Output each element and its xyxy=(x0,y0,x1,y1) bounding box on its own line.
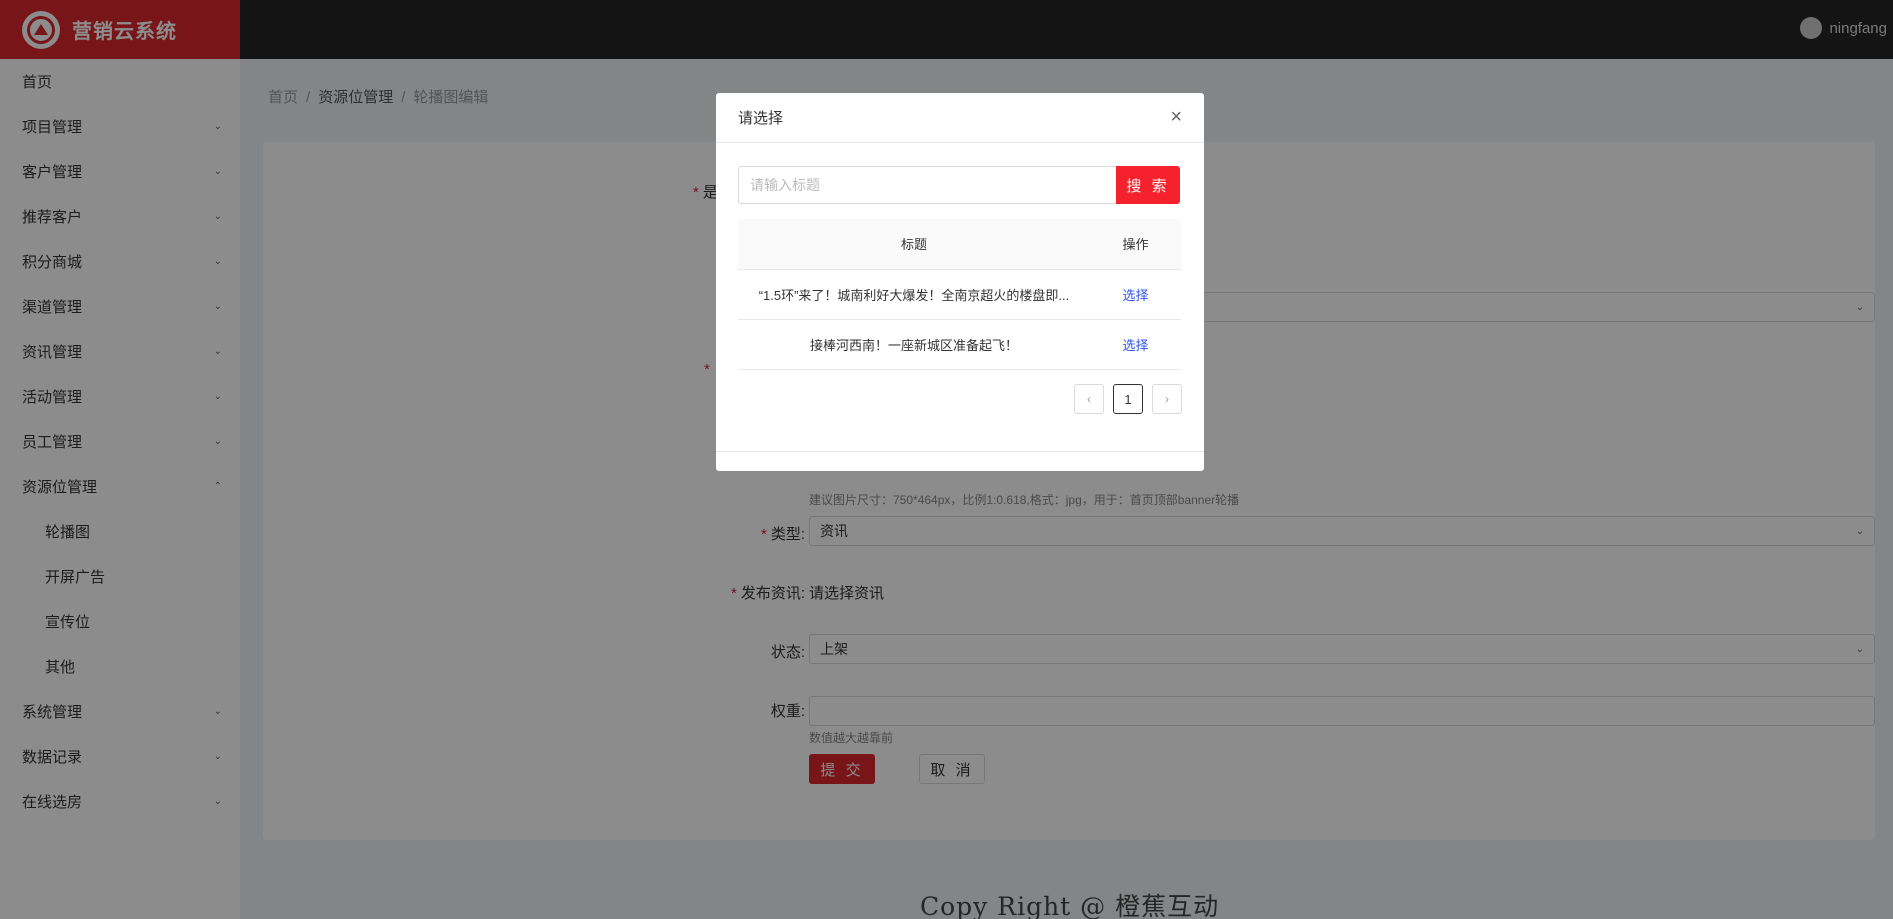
search-input[interactable]: 请输入标题 xyxy=(738,166,1116,204)
row-title: 接棒河西南！一座新城区准备起飞！ xyxy=(738,319,1090,370)
page-1-button[interactable]: 1 xyxy=(1113,384,1143,414)
select-link[interactable]: 选择 xyxy=(1122,338,1148,353)
select-news-modal: 请选择 × 请输入标题 搜 索 标题 操作 “1.5环”来了！城南利好大爆发！全… xyxy=(716,93,1204,471)
news-table: 标题 操作 “1.5环”来了！城南利好大爆发！全南京超火的楼盘即... 选择 接… xyxy=(738,219,1181,370)
table-row: “1.5环”来了！城南利好大爆发！全南京超火的楼盘即... 选择 xyxy=(738,269,1181,320)
modal-header: 请选择 × xyxy=(716,93,1204,143)
close-icon[interactable]: × xyxy=(1170,106,1182,129)
pagination: ‹ 1 › xyxy=(1074,384,1182,414)
modal-title: 请选择 xyxy=(738,110,784,127)
select-link[interactable]: 选择 xyxy=(1122,288,1148,303)
table-row: 接棒河西南！一座新城区准备起飞！ 选择 xyxy=(738,319,1181,370)
search-button[interactable]: 搜 索 xyxy=(1116,166,1180,204)
modal-footer xyxy=(716,451,1204,452)
column-header-action: 操作 xyxy=(1090,219,1181,270)
row-title: “1.5环”来了！城南利好大爆发！全南京超火的楼盘即... xyxy=(738,269,1090,320)
prev-page-button[interactable]: ‹ xyxy=(1074,384,1104,414)
search-row: 请输入标题 搜 索 xyxy=(738,166,1180,204)
next-page-button[interactable]: › xyxy=(1152,384,1182,414)
column-header-title: 标题 xyxy=(738,219,1090,270)
